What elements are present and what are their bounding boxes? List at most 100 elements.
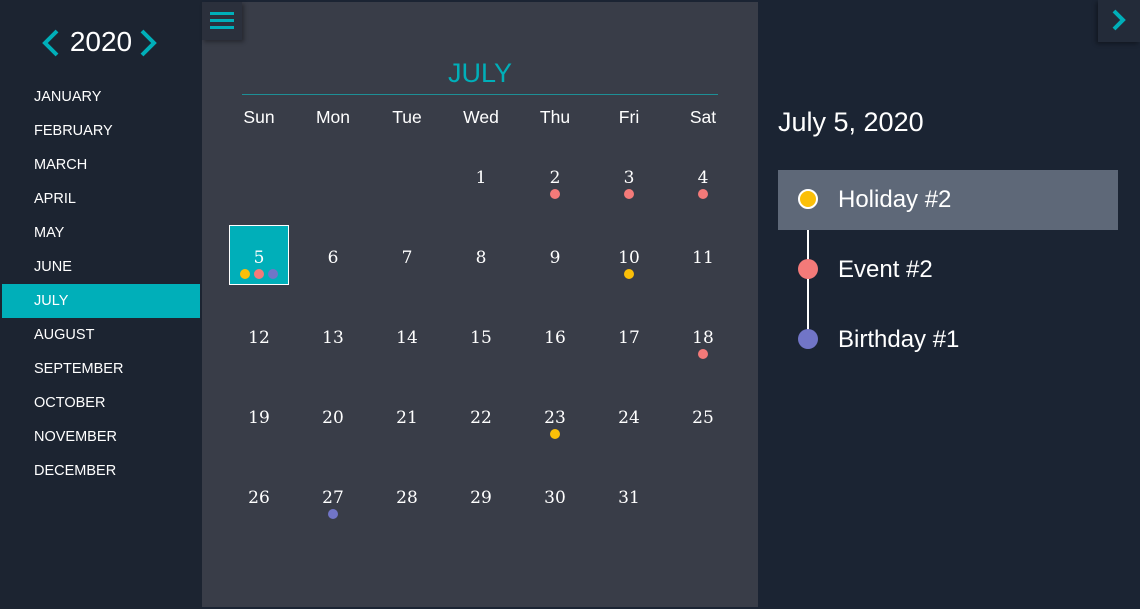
day-cell-27[interactable]: 27 [296, 460, 370, 540]
day-cell-1[interactable]: 1 [444, 140, 518, 220]
event-dots [592, 189, 666, 201]
day-number: 25 [692, 408, 714, 428]
weekday-label: Sat [689, 107, 717, 127]
day-cell-16[interactable]: 16 [518, 300, 592, 380]
weekday-label: Fri [618, 107, 640, 127]
birthday-dot [328, 509, 338, 519]
day-cell-5[interactable]: 5 [222, 220, 296, 300]
day-number: 17 [618, 328, 640, 348]
event-dot [254, 269, 264, 279]
calendar-panel: JULY Sun Mon Tue Wed Thu Fri Sat 1234567… [202, 2, 758, 607]
event-dots [518, 429, 592, 441]
event-label: Holiday #2 [838, 186, 952, 213]
hamburger-menu-icon-bar [210, 26, 234, 29]
day-number: 12 [248, 328, 270, 348]
day-cell-25[interactable]: 25 [666, 380, 740, 460]
event-dots [296, 509, 370, 521]
month-item-february[interactable]: FEBRUARY [2, 114, 200, 148]
day-cell-20[interactable]: 20 [296, 380, 370, 460]
expand-panel-button[interactable] [1098, 0, 1140, 42]
previous-year-button[interactable] [40, 28, 62, 58]
day-cell-31[interactable]: 31 [592, 460, 666, 540]
event-detail-panel: July 5, 2020 Holiday #2 Event #2 Birthda… [758, 0, 1140, 609]
year-selector: 2020 [0, 22, 202, 62]
month-item-august[interactable]: AUGUST [2, 318, 200, 352]
next-year-button[interactable] [137, 28, 159, 58]
day-cell-13[interactable]: 13 [296, 300, 370, 380]
day-number: 14 [396, 328, 418, 348]
day-grid: 1 2 3 4 5 6 7 8 9 10 11 12 13 14 15 16 17 18 19 20 21 22 23 24 2… [222, 140, 740, 540]
year-label: 2020 [69, 26, 133, 57]
day-cell-29[interactable]: 29 [444, 460, 518, 540]
day-number: 28 [396, 488, 418, 508]
event-dots [518, 189, 592, 201]
holiday-dot [624, 269, 634, 279]
day-number: 13 [322, 328, 344, 348]
day-number: 5 [253, 248, 265, 268]
month-item-march[interactable]: MARCH [2, 148, 200, 182]
weekday-label: Thu [539, 107, 571, 127]
day-number: 27 [322, 488, 344, 508]
day-cell-17[interactable]: 17 [592, 300, 666, 380]
day-number: 3 [623, 168, 635, 188]
day-number: 1 [475, 168, 487, 188]
selected-date-heading: July 5, 2020 [778, 107, 924, 137]
day-cell-22[interactable]: 22 [444, 380, 518, 460]
menu-button[interactable] [202, 2, 242, 40]
day-cell-2[interactable]: 2 [518, 140, 592, 220]
day-cell-8[interactable]: 8 [444, 220, 518, 300]
day-cell-26[interactable]: 26 [222, 460, 296, 540]
event-marker [798, 189, 818, 209]
event-dot [550, 189, 560, 199]
day-number: 10 [618, 248, 640, 268]
day-cell-21[interactable]: 21 [370, 380, 444, 460]
day-cell-19[interactable]: 19 [222, 380, 296, 460]
chevron-right-icon [1112, 9, 1126, 31]
day-cell-7[interactable]: 7 [370, 220, 444, 300]
month-item-july[interactable]: JULY [2, 284, 200, 318]
day-number: 15 [470, 328, 492, 348]
day-cell-10[interactable]: 10 [592, 220, 666, 300]
day-number: 18 [692, 328, 714, 348]
day-cell-11[interactable]: 11 [666, 220, 740, 300]
chevron-right-icon [140, 29, 157, 57]
event-marker [798, 329, 818, 349]
day-number: 7 [401, 248, 413, 268]
month-item-december[interactable]: DECEMBER [2, 454, 200, 488]
event-dot [698, 189, 708, 199]
day-cell-6[interactable]: 6 [296, 220, 370, 300]
day-cell-12[interactable]: 12 [222, 300, 296, 380]
day-cell-18[interactable]: 18 [666, 300, 740, 380]
month-item-november[interactable]: NOVEMBER [2, 420, 200, 454]
day-cell-23[interactable]: 23 [518, 380, 592, 460]
day-number: 20 [322, 408, 344, 428]
day-cell-14[interactable]: 14 [370, 300, 444, 380]
day-cell-15[interactable]: 15 [444, 300, 518, 380]
event-dots [666, 189, 740, 201]
day-number: 26 [248, 488, 270, 508]
month-item-june[interactable]: JUNE [2, 250, 200, 284]
month-item-may[interactable]: MAY [2, 216, 200, 250]
holiday-dot [550, 429, 560, 439]
day-cell-24[interactable]: 24 [592, 380, 666, 460]
month-item-september[interactable]: SEPTEMBER [2, 352, 200, 386]
day-number: 24 [618, 408, 640, 428]
day-cell-3[interactable]: 3 [592, 140, 666, 220]
day-cell-28[interactable]: 28 [370, 460, 444, 540]
weekday-label: Sun [243, 107, 275, 127]
event-item[interactable]: Event #2 [778, 240, 1118, 300]
day-number: 19 [248, 408, 270, 428]
day-cell-9[interactable]: 9 [518, 220, 592, 300]
month-item-october[interactable]: OCTOBER [2, 386, 200, 420]
event-item[interactable]: Birthday #1 [778, 310, 1118, 370]
event-dot [624, 189, 634, 199]
day-cell-30[interactable]: 30 [518, 460, 592, 540]
hamburger-menu-icon-bar [210, 19, 234, 22]
month-item-january[interactable]: JANUARY [2, 80, 200, 114]
month-list: JANUARY FEBRUARY MARCH APRIL MAY JUNE JU… [0, 80, 202, 488]
day-number: 30 [544, 488, 566, 508]
month-item-april[interactable]: APRIL [2, 182, 200, 216]
event-item[interactable]: Holiday #2 [778, 170, 1118, 230]
event-label: Event #2 [838, 256, 933, 283]
day-cell-4[interactable]: 4 [666, 140, 740, 220]
